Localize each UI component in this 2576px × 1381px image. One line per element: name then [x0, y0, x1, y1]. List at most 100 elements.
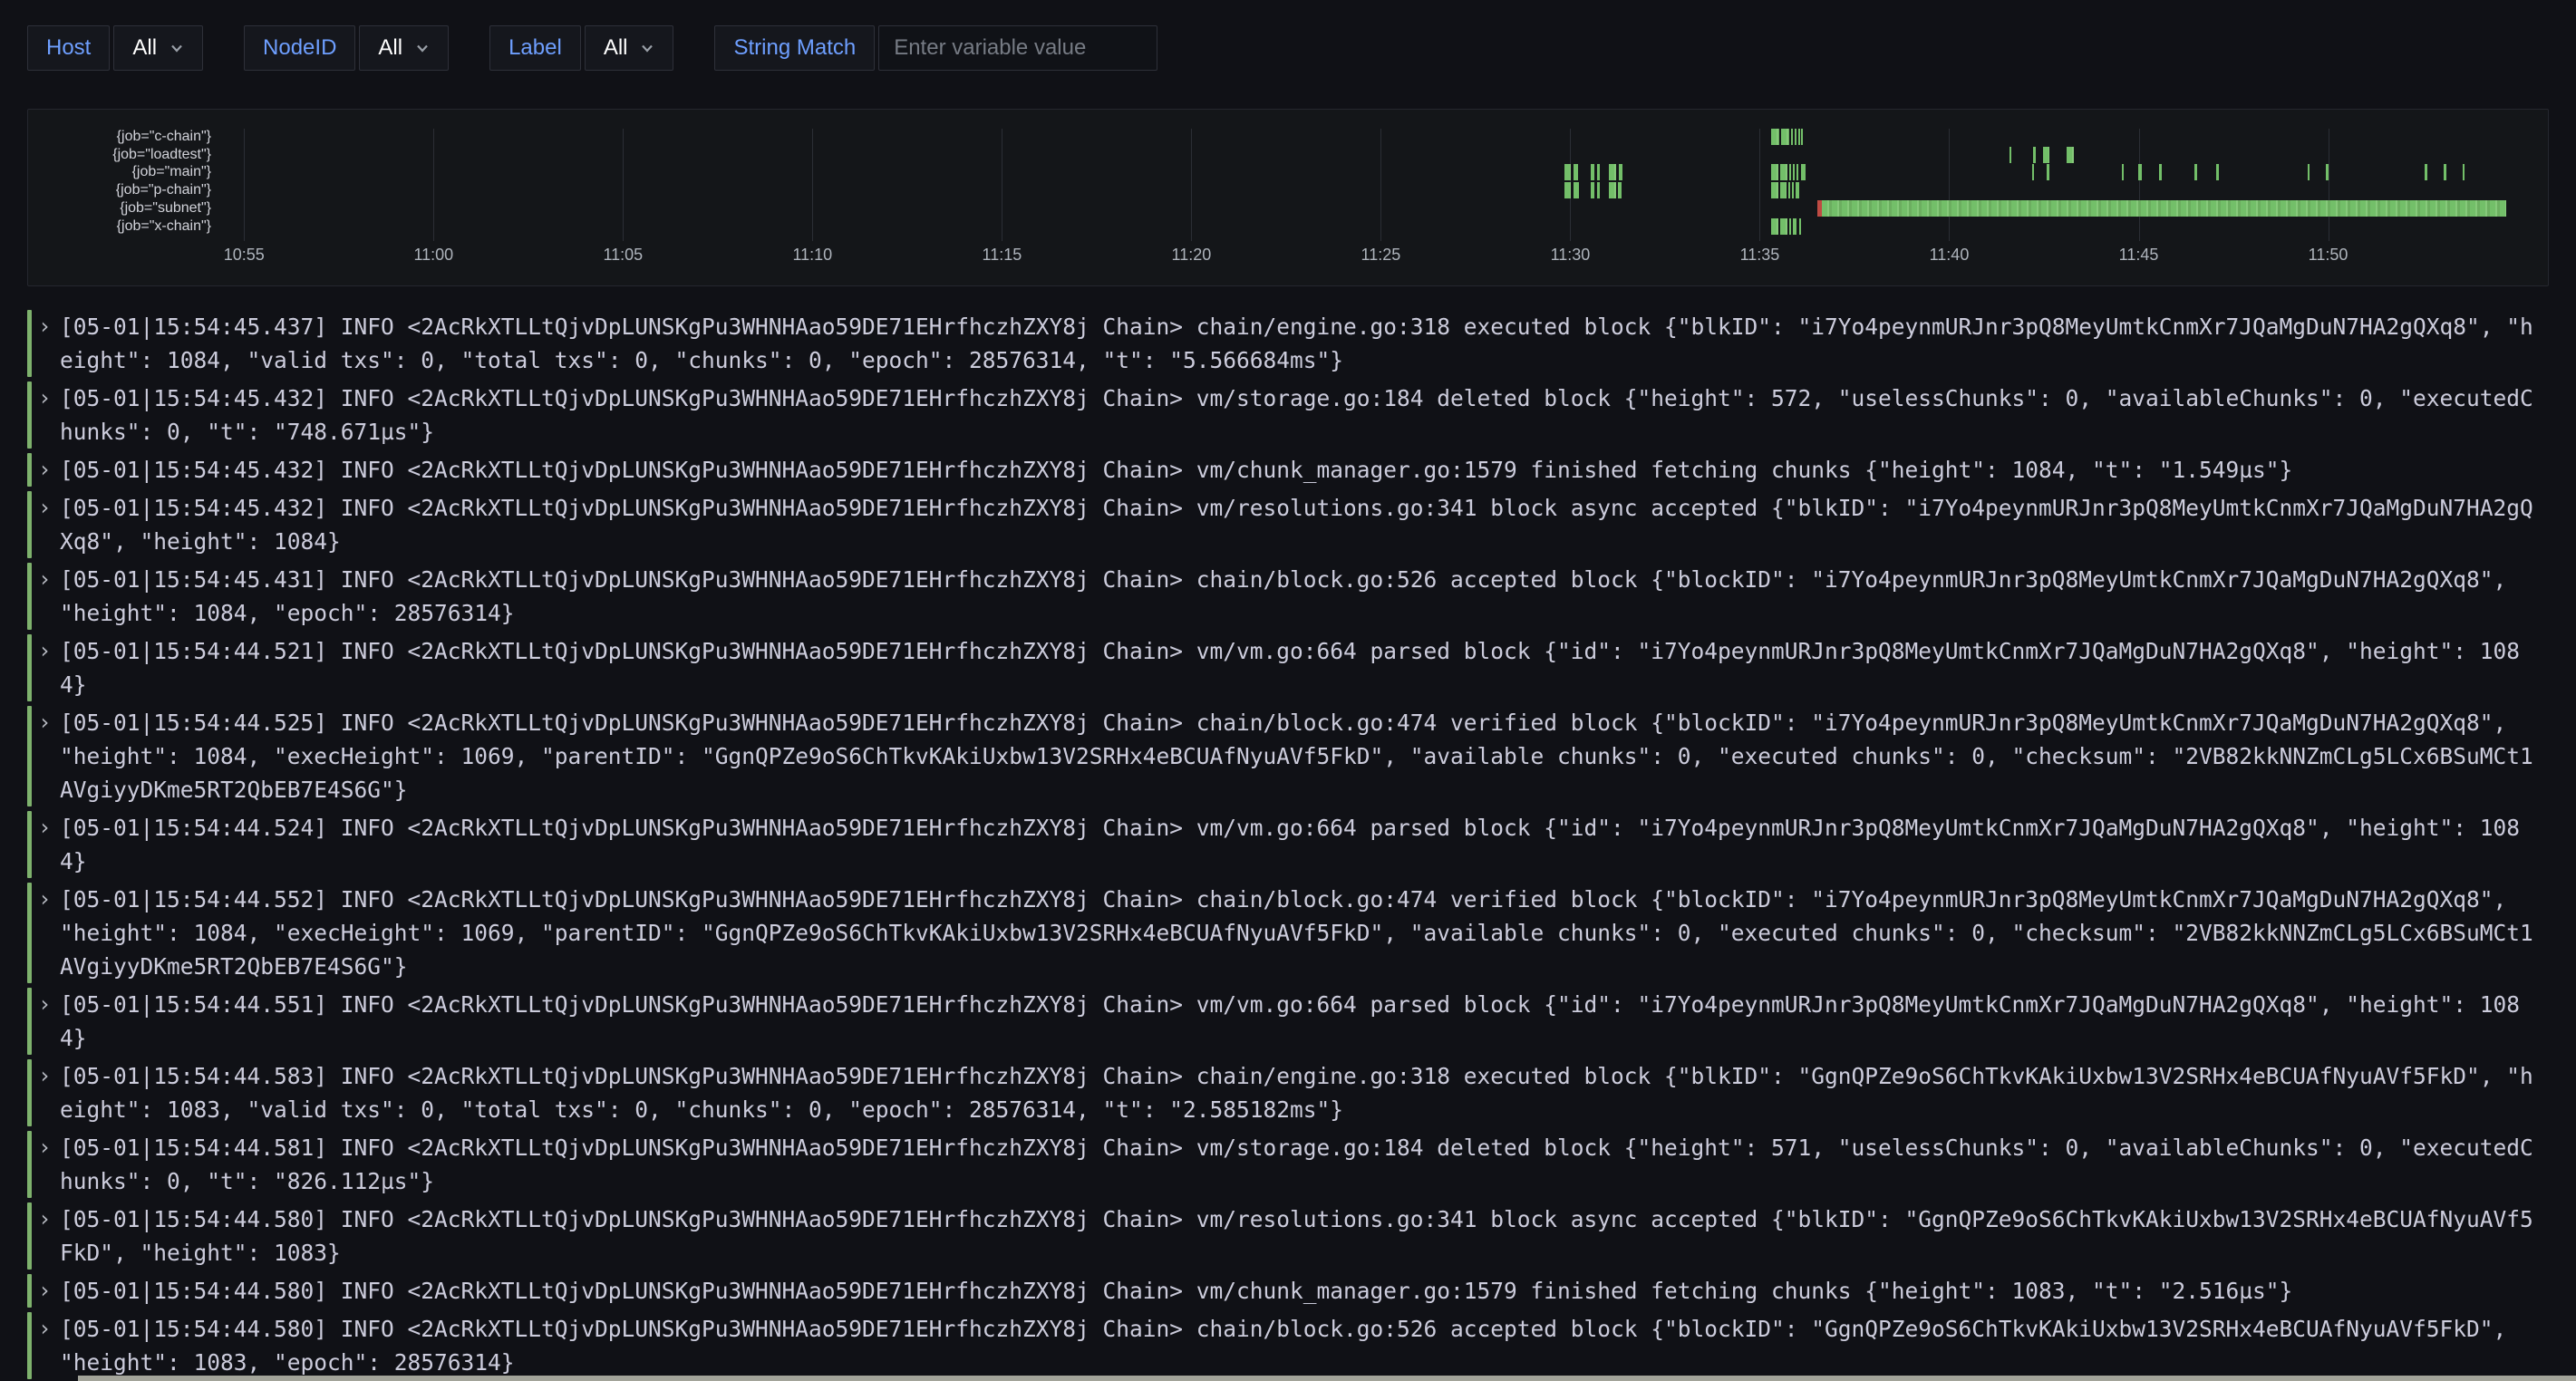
log-row[interactable]: ›[05-01|15:54:44.552] INFO <2AcRkXTLLtQj…: [27, 883, 2576, 983]
log-row[interactable]: ›[05-01|15:54:44.580] INFO <2AcRkXTLLtQj…: [27, 1312, 2576, 1379]
gridline: [1380, 129, 1381, 241]
chart-stream-labels: {job="c-chain"}{job="loadtest"}{job="mai…: [28, 128, 211, 235]
gridline: [623, 129, 624, 241]
timeline-segment: [1574, 164, 1578, 180]
timeline-segment: [1801, 129, 1802, 145]
log-row[interactable]: ›[05-01|15:54:44.521] INFO <2AcRkXTLLtQj…: [27, 634, 2576, 701]
log-line-text: [05-01|15:54:45.432] INFO <2AcRkXTLLtQjv…: [60, 453, 2533, 487]
log-line-text: [05-01|15:54:44.581] INFO <2AcRkXTLLtQjv…: [60, 1131, 2533, 1198]
time-tick-label: 11:10: [792, 246, 832, 265]
timeline-segment: [2159, 164, 2162, 180]
expand-log-chevron-icon[interactable]: ›: [38, 1274, 60, 1308]
log-line-text: [05-01|15:54:44.551] INFO <2AcRkXTLLtQjv…: [60, 988, 2533, 1055]
timeline-segment: [2444, 164, 2446, 180]
gridline: [2139, 129, 2140, 241]
string-match-input[interactable]: [878, 25, 1157, 71]
timeline-segment: [1597, 164, 1600, 180]
chevron-down-icon: [415, 41, 430, 55]
log-row[interactable]: ›[05-01|15:54:45.432] INFO <2AcRkXTLLtQj…: [27, 491, 2576, 558]
expand-log-chevron-icon[interactable]: ›: [38, 453, 60, 487]
log-level-bar: [27, 1131, 32, 1198]
stream-label: {job="c-chain"}: [28, 128, 211, 146]
timeline-segment: [1796, 164, 1798, 180]
expand-log-chevron-icon[interactable]: ›: [38, 1202, 60, 1270]
horizontal-scrollbar[interactable]: [78, 1376, 2576, 1381]
string-match-group: String Match: [714, 25, 1157, 71]
expand-log-chevron-icon[interactable]: ›: [38, 988, 60, 1055]
expand-log-chevron-icon[interactable]: ›: [38, 883, 60, 983]
time-tick-label: 11:30: [1551, 246, 1591, 265]
expand-log-chevron-icon[interactable]: ›: [38, 1059, 60, 1126]
log-line-text: [05-01|15:54:45.437] INFO <2AcRkXTLLtQjv…: [60, 310, 2533, 377]
log-row[interactable]: ›[05-01|15:54:45.437] INFO <2AcRkXTLLtQj…: [27, 310, 2576, 377]
expand-log-chevron-icon[interactable]: ›: [38, 634, 60, 701]
log-row[interactable]: ›[05-01|15:54:44.525] INFO <2AcRkXTLLtQj…: [27, 706, 2576, 806]
stream-label: {job="loadtest"}: [28, 146, 211, 164]
expand-log-chevron-icon[interactable]: ›: [38, 563, 60, 630]
time-tick-label: 11:45: [2119, 246, 2159, 265]
time-tick-label: 11:15: [983, 246, 1022, 265]
timeline-segment: [1789, 164, 1791, 180]
timeline-segment: [2033, 147, 2036, 163]
expand-log-chevron-icon[interactable]: ›: [38, 381, 60, 449]
log-level-bar: [27, 563, 32, 630]
log-level-bar: [27, 310, 32, 377]
timeline-segment: [1597, 182, 1600, 198]
log-level-bar: [27, 706, 32, 806]
stream-label: {job="main"}: [28, 163, 211, 181]
timeline-segment: [2009, 147, 2012, 163]
log-row[interactable]: ›[05-01|15:54:44.524] INFO <2AcRkXTLLtQj…: [27, 811, 2576, 878]
log-level-bar: [27, 811, 32, 878]
log-row[interactable]: ›[05-01|15:54:44.580] INFO <2AcRkXTLLtQj…: [27, 1202, 2576, 1270]
gridline: [244, 129, 245, 241]
expand-log-chevron-icon[interactable]: ›: [38, 491, 60, 558]
log-line-text: [05-01|15:54:44.521] INFO <2AcRkXTLLtQjv…: [60, 634, 2533, 701]
expand-log-chevron-icon[interactable]: ›: [38, 811, 60, 878]
log-row[interactable]: ›[05-01|15:54:45.432] INFO <2AcRkXTLLtQj…: [27, 381, 2576, 449]
time-tick-label: 10:55: [224, 246, 265, 265]
log-volume-panel[interactable]: {job="c-chain"}{job="loadtest"}{job="mai…: [27, 109, 2549, 286]
stream-label: {job="x-chain"}: [28, 217, 211, 236]
log-line-text: [05-01|15:54:44.580] INFO <2AcRkXTLLtQjv…: [60, 1312, 2533, 1379]
timeline-segment: [1791, 129, 1793, 145]
variable-value-dropdown[interactable]: All: [585, 25, 674, 71]
log-row[interactable]: ›[05-01|15:54:44.551] INFO <2AcRkXTLLtQj…: [27, 988, 2576, 1055]
log-line-text: [05-01|15:54:45.432] INFO <2AcRkXTLLtQjv…: [60, 491, 2533, 558]
stream-label: {job="p-chain"}: [28, 181, 211, 199]
timeline-segment: [2463, 164, 2465, 180]
log-line-text: [05-01|15:54:44.525] INFO <2AcRkXTLLtQjv…: [60, 706, 2533, 806]
timeline-segment: [1788, 182, 1790, 198]
log-line-text: [05-01|15:54:45.432] INFO <2AcRkXTLLtQjv…: [60, 381, 2533, 449]
chevron-down-icon: [169, 41, 184, 55]
log-row[interactable]: ›[05-01|15:54:44.581] INFO <2AcRkXTLLtQj…: [27, 1131, 2576, 1198]
log-row[interactable]: ›[05-01|15:54:45.432] INFO <2AcRkXTLLtQj…: [27, 453, 2576, 487]
log-level-bar: [27, 453, 32, 487]
log-level-bar: [27, 1202, 32, 1270]
timeline-segment: [2067, 147, 2074, 163]
variables-toolbar: HostAllNodeIDAllLabelAll String Match: [0, 0, 2576, 71]
variable-value-dropdown[interactable]: All: [359, 25, 449, 71]
timeline-segment: [1771, 218, 1778, 235]
chevron-down-icon: [640, 41, 654, 55]
timeline-segment: [1609, 164, 1616, 180]
expand-log-chevron-icon[interactable]: ›: [38, 706, 60, 806]
variable-group-host: HostAll: [27, 25, 203, 71]
timeline-segment: [1780, 164, 1787, 180]
stream-label: {job="subnet"}: [28, 199, 211, 217]
expand-log-chevron-icon[interactable]: ›: [38, 310, 60, 377]
time-tick-label: 11:35: [1740, 246, 1780, 265]
timeline-segment: [1771, 182, 1778, 198]
log-row[interactable]: ›[05-01|15:54:44.583] INFO <2AcRkXTLLtQj…: [27, 1059, 2576, 1126]
timeline-segment: [1609, 182, 1616, 198]
log-row[interactable]: ›[05-01|15:54:45.431] INFO <2AcRkXTLLtQj…: [27, 563, 2576, 630]
timeline-segment: [2216, 164, 2219, 180]
expand-log-chevron-icon[interactable]: ›: [38, 1131, 60, 1198]
variable-value-dropdown[interactable]: All: [113, 25, 203, 71]
expand-log-chevron-icon[interactable]: ›: [38, 1312, 60, 1379]
log-level-bar: [27, 634, 32, 701]
log-row[interactable]: ›[05-01|15:54:44.580] INFO <2AcRkXTLLtQj…: [27, 1274, 2576, 1308]
time-tick-label: 11:25: [1361, 246, 1401, 265]
timeline-segment: [1801, 164, 1806, 180]
log-level-bar: [27, 381, 32, 449]
gridline: [1759, 129, 1760, 241]
